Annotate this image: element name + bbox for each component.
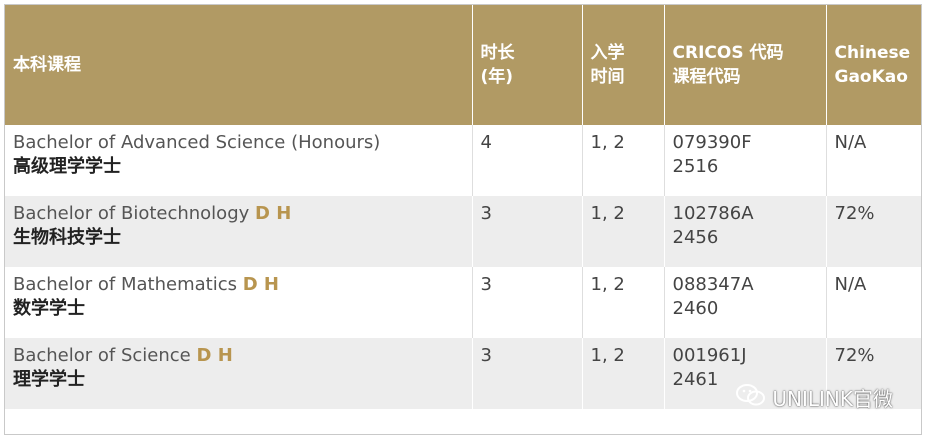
- course-name-cell: Bachelor of Biotechnology D H 生物科技学士: [5, 196, 473, 267]
- course-name-en: Bachelor of Science D H: [13, 345, 233, 366]
- course-name-cn: 高级理学学士: [13, 156, 121, 177]
- course-tags: D H: [242, 274, 279, 295]
- intake-cell: 1, 2: [582, 267, 665, 338]
- codes-cell: 102786A 2456: [664, 196, 827, 267]
- intake-cell: 1, 2: [582, 338, 665, 409]
- duration-cell: 3: [472, 196, 583, 267]
- header-gaokao-line1: Chinese: [834, 43, 911, 63]
- duration-cell: 3: [472, 338, 583, 409]
- gaokao-cell: N/A: [826, 267, 921, 338]
- table-row: Bachelor of Mathematics D H 数学学士 3 1, 2 …: [5, 267, 921, 338]
- table-row: Bachelor of Advanced Science (Honours) 高…: [5, 125, 921, 196]
- header-course-label: 本科课程: [13, 55, 81, 75]
- duration-cell: 4: [472, 125, 583, 196]
- header-duration-line2: (年): [480, 67, 514, 87]
- duration-cell: 3: [472, 267, 583, 338]
- cricos-code: 001961J: [672, 345, 747, 366]
- cricos-code: 088347A: [672, 274, 754, 295]
- course-code: 2456: [672, 227, 719, 248]
- course-name-cn: 数学学士: [13, 298, 85, 319]
- course-table-panel: 本科课程 时长 (年) 入学 时间 CRICOS 代码 课程代码 Chinese…: [4, 4, 922, 435]
- course-name-cn: 生物科技学士: [13, 227, 121, 248]
- gaokao-cell: N/A: [826, 125, 921, 196]
- codes-cell: 088347A 2460: [664, 267, 827, 338]
- course-table: 本科课程 时长 (年) 入学 时间 CRICOS 代码 课程代码 Chinese…: [5, 5, 921, 409]
- intake-cell: 1, 2: [582, 196, 665, 267]
- header-gaokao-line2: GaoKao: [834, 67, 908, 87]
- header-intake-line2: 时间: [590, 67, 625, 87]
- cricos-code: 079390F: [672, 132, 752, 153]
- header-intake: 入学 时间: [582, 5, 665, 125]
- header-cricos-label: CRICOS 代码: [672, 43, 784, 63]
- watermark: UNILINK官微: [736, 383, 893, 412]
- course-code: 2516: [672, 156, 719, 177]
- course-name-en: Bachelor of Biotechnology D H: [13, 203, 292, 224]
- header-course: 本科课程: [5, 5, 473, 125]
- course-name-cell: Bachelor of Science D H 理学学士: [5, 338, 473, 409]
- table-row: Bachelor of Biotechnology D H 生物科技学士 3 1…: [5, 196, 921, 267]
- table-header-row: 本科课程 时长 (年) 入学 时间 CRICOS 代码 课程代码 Chinese…: [5, 5, 921, 125]
- course-name-cn: 理学学士: [13, 369, 85, 390]
- course-name-cell: Bachelor of Advanced Science (Honours) 高…: [5, 125, 473, 196]
- cricos-code: 102786A: [672, 203, 754, 224]
- wechat-icon: [736, 383, 772, 412]
- intake-cell: 1, 2: [582, 125, 665, 196]
- course-name-en: Bachelor of Mathematics D H: [13, 274, 279, 295]
- gaokao-cell: 72%: [826, 196, 921, 267]
- course-name-en: Bachelor of Advanced Science (Honours): [13, 132, 381, 153]
- header-codes: CRICOS 代码 课程代码: [664, 5, 827, 125]
- header-course-code-label: 课程代码: [672, 67, 741, 87]
- course-name-cell: Bachelor of Mathematics D H 数学学士: [5, 267, 473, 338]
- course-tags: D H: [196, 345, 233, 366]
- watermark-text: UNILINK官微: [772, 387, 893, 411]
- header-duration-line1: 时长: [480, 43, 515, 63]
- header-gaokao: Chinese GaoKao: [826, 5, 921, 125]
- codes-cell: 079390F 2516: [664, 125, 827, 196]
- header-duration: 时长 (年): [472, 5, 583, 125]
- course-code: 2460: [672, 298, 719, 319]
- course-tags: D H: [255, 203, 292, 224]
- header-intake-line1: 入学: [590, 43, 625, 63]
